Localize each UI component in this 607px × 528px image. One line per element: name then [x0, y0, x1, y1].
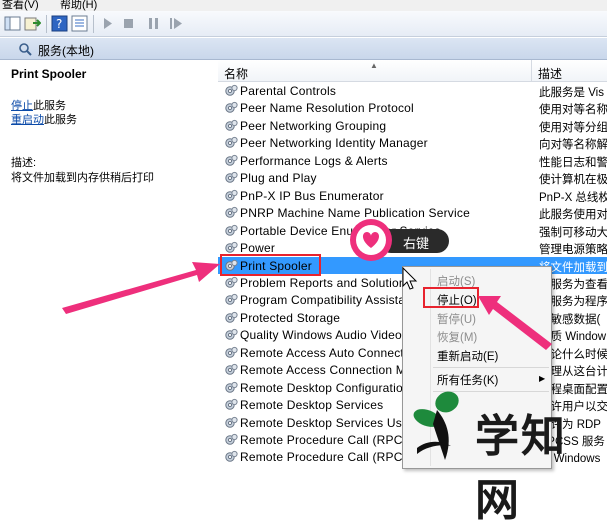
column-header: 名称 ▲ 描述	[218, 60, 607, 82]
menu-item-restart[interactable]: 重新启动(E)	[437, 348, 498, 364]
service-gear-icon	[224, 136, 238, 150]
service-gear-icon	[224, 311, 238, 325]
service-desc-cell: 性能日志和警	[539, 156, 607, 169]
service-name-cell: Plug and Play	[240, 171, 317, 186]
svg-text:?: ?	[56, 17, 62, 31]
service-gear-icon	[224, 206, 238, 220]
console-header: 服务(本地)	[0, 38, 607, 60]
sort-ascending-icon: ▲	[370, 61, 378, 70]
service-name-cell: Remote Procedure Call (RPC)	[240, 433, 407, 447]
service-row[interactable]: Peer Networking Identity Manager 向对等名称解	[218, 134, 607, 152]
pause-service-icon[interactable]	[145, 15, 162, 32]
service-gear-icon	[224, 276, 238, 290]
service-name-cell: Peer Networking Grouping	[240, 118, 387, 133]
menu-item-resume[interactable]: 恢复(M)	[437, 329, 477, 345]
service-desc-cell: 此服务使用对	[539, 209, 607, 222]
service-desc-cell: 使用对等名称	[539, 104, 607, 117]
menu-help[interactable]: 帮助(H)	[60, 0, 97, 11]
service-gear-icon	[224, 398, 238, 412]
console-title: 服务(本地)	[38, 44, 94, 58]
watermark-logo-icon	[413, 391, 459, 460]
restart-service-link[interactable]: 重启动	[11, 114, 44, 126]
menu-view[interactable]: 查看(V)	[2, 0, 39, 11]
export-list-icon[interactable]	[24, 15, 41, 32]
start-service-icon[interactable]	[99, 15, 116, 32]
service-desc-cell: 使计算机在极	[539, 174, 607, 187]
service-desc-cell: 管理电源策略	[539, 244, 607, 257]
service-gear-icon	[224, 450, 238, 464]
service-gear-icon	[224, 416, 238, 430]
watermark: 学知网	[397, 384, 607, 526]
service-desc-cell: 强制可移动大	[539, 226, 607, 239]
restart-action: 重启动此服务	[11, 114, 77, 126]
service-name-cell: Parental Controls	[240, 84, 337, 98]
service-desc-cell: 使用对等分组	[539, 121, 607, 134]
column-name-header[interactable]: 名称	[224, 65, 248, 82]
service-name-cell: Power	[240, 241, 276, 256]
stop-menu-highlight	[423, 287, 479, 308]
description-text: 将文件加载到内存供稍后打印	[11, 172, 154, 184]
service-gear-icon	[224, 363, 238, 377]
toolbar: ?	[0, 11, 607, 37]
service-gear-icon	[224, 171, 238, 185]
service-gear-icon	[224, 154, 238, 168]
menu-item-pause[interactable]: 暂停(U)	[437, 311, 476, 327]
service-row[interactable]: Peer Name Resolution Protocol 使用对等名称	[218, 99, 607, 117]
service-name-cell: Remote Desktop Services	[240, 398, 384, 413]
service-row[interactable]: Peer Networking Grouping 使用对等分组	[218, 117, 607, 135]
menu-bar: 查看(V) 帮助(H)	[0, 0, 607, 11]
service-gear-icon	[224, 119, 238, 133]
service-name-cell: Remote Desktop Configuration	[240, 380, 410, 395]
service-gear-icon	[224, 224, 238, 238]
right-click-callout: 右键	[379, 229, 449, 253]
stop-service-icon[interactable]	[120, 15, 137, 32]
service-gear-icon	[224, 189, 238, 203]
service-name-cell: Protected Storage	[240, 310, 341, 325]
service-row[interactable]: PNRP Machine Name Publication Service 此服务…	[218, 204, 607, 222]
service-desc-cell: 向对等名称解	[539, 139, 607, 152]
service-gear-icon	[224, 101, 238, 115]
service-gear-icon	[224, 381, 238, 395]
help-icon[interactable]: ?	[51, 15, 68, 32]
restart-service-icon[interactable]	[168, 15, 185, 32]
service-gear-icon	[224, 293, 238, 307]
search-icon	[19, 43, 32, 56]
service-gear-icon	[224, 241, 238, 255]
selected-service-highlight	[220, 254, 321, 276]
service-row[interactable]: Plug and Play 使计算机在极	[218, 169, 607, 187]
service-desc-cell: PnP-X 总线枚	[539, 191, 607, 204]
watermark-text: 学知网	[475, 411, 567, 526]
service-name-cell: PNRP Machine Name Publication Service	[240, 206, 470, 221]
description-label: 描述:	[11, 157, 37, 169]
service-name-cell: Peer Networking Identity Manager	[240, 136, 428, 151]
service-name-cell: PnP-X IP Bus Enumerator	[240, 188, 384, 203]
service-gear-icon	[224, 433, 238, 447]
submenu-arrow-icon: ▶	[539, 374, 546, 383]
service-desc-cell: 此服务是 Vis	[539, 87, 604, 99]
service-gear-icon	[224, 84, 238, 98]
service-name-cell: Performance Logs & Alerts	[240, 153, 388, 168]
service-name-cell: Peer Name Resolution Protocol	[240, 101, 414, 116]
service-row[interactable]: Parental Controls 此服务是 Vis	[218, 82, 607, 100]
column-desc-header[interactable]: 描述	[538, 65, 562, 82]
service-gear-icon	[224, 328, 238, 342]
console-tree-icon[interactable]	[4, 15, 21, 32]
service-row[interactable]: Performance Logs & Alerts 性能日志和警	[218, 152, 607, 170]
callout-text: 右键	[403, 236, 430, 251]
service-description-pane: Print Spooler 停止此服务 重启动此服务 描述: 将文件加载到内存供…	[0, 60, 215, 469]
properties-icon[interactable]	[71, 15, 88, 32]
service-row[interactable]: PnP-X IP Bus Enumerator PnP-X 总线枚	[218, 187, 607, 205]
service-name: Print Spooler	[11, 67, 87, 81]
service-gear-icon	[224, 346, 238, 360]
